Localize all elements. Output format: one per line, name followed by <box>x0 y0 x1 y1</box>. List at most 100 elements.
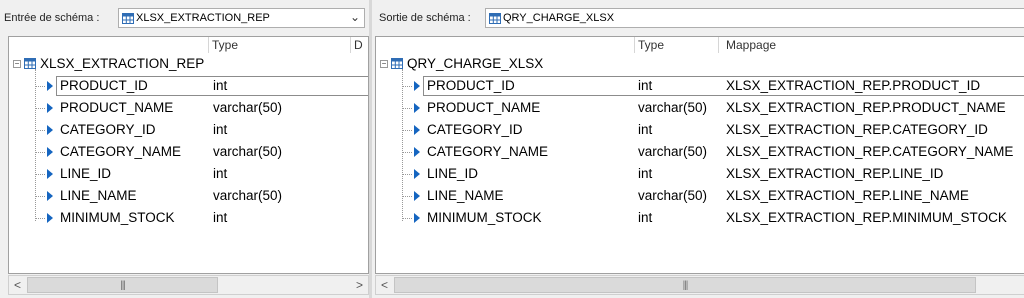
field-row[interactable]: PRODUCT_ID int XLSX_EXTRACTION_REP.PRODUCT… <box>376 75 1024 97</box>
field-mapping: XLSX_EXTRACTION_REP.LINE_NAME <box>726 188 969 203</box>
field-mapping: XLSX_EXTRACTION_REP.PRODUCT_ID <box>726 78 981 93</box>
field-row[interactable]: PRODUCT_NAME varchar(50) XLSX_EXTRACTION_R… <box>376 97 1024 119</box>
field-row[interactable]: MINIMUM_STOCK int XLSX_EXTRACTION_REP.MINI… <box>376 207 1024 229</box>
field-name: MINIMUM_STOCK <box>427 210 542 225</box>
table-icon <box>489 13 501 24</box>
field-name: CATEGORY_ID <box>427 122 523 137</box>
field-row[interactable]: LINE_NAME varchar(50) XLSX_EXTRACTION_REP.… <box>376 185 1024 207</box>
field-arrow-icon <box>47 103 53 113</box>
horizontal-scrollbar[interactable]: < ||| <box>375 275 1024 295</box>
field-row[interactable]: CATEGORY_NAME varchar(50) XLSX_EXTRACTION_… <box>376 141 1024 163</box>
field-arrow-icon <box>47 213 53 223</box>
grip-icon: ||| <box>120 280 126 291</box>
field-arrow-icon <box>47 147 53 157</box>
field-type: varchar(50) <box>638 100 708 115</box>
field-row[interactable]: PRODUCT_NAME varchar(50) <box>9 97 368 119</box>
input-schema-header: Entrée de schéma : XLSX_EXTRACTION_REP ⌄ <box>0 0 369 34</box>
table-icon <box>391 58 403 69</box>
field-type: varchar(50) <box>638 188 708 203</box>
scroll-thumb[interactable]: ||| <box>394 277 976 293</box>
field-type: int <box>638 122 653 137</box>
table-name: QRY_CHARGE_XLSX <box>407 56 544 71</box>
field-row[interactable]: LINE_ID int XLSX_EXTRACTION_REP.LINE_ID <box>376 163 1024 185</box>
column-separator[interactable] <box>718 37 719 53</box>
scroll-right-button[interactable]: > <box>351 276 368 294</box>
column-header-type[interactable]: Type <box>638 37 664 53</box>
scroll-thumb[interactable]: ||| <box>27 277 218 293</box>
field-name: LINE_NAME <box>427 188 504 203</box>
grip-icon: ||| <box>682 280 689 291</box>
field-name: CATEGORY_NAME <box>427 144 549 159</box>
field-type: int <box>638 210 653 225</box>
chevron-down-icon[interactable]: ⌄ <box>350 10 360 24</box>
field-row[interactable]: MINIMUM_STOCK int <box>9 207 368 229</box>
field-type: int <box>638 166 653 181</box>
tree-connector <box>402 196 412 197</box>
field-type: varchar(50) <box>213 100 283 115</box>
column-separator[interactable] <box>208 37 209 53</box>
tree-table-node[interactable]: − XLSX_EXTRACTION_REP <box>9 53 368 75</box>
field-type: varchar(50) <box>213 144 283 159</box>
column-header-type[interactable]: Type <box>212 37 238 53</box>
field-mapping: XLSX_EXTRACTION_REP.CATEGORY_NAME <box>726 144 1014 159</box>
field-arrow-icon <box>414 81 420 91</box>
scroll-left-button[interactable]: < <box>376 276 393 294</box>
field-name: LINE_ID <box>60 166 112 181</box>
field-arrow-icon <box>47 169 53 179</box>
field-arrow-icon <box>414 191 420 201</box>
field-type: int <box>213 78 228 93</box>
tree-connector <box>402 218 412 219</box>
field-name: LINE_ID <box>427 166 479 181</box>
input-schema-select-value: XLSX_EXTRACTION_REP <box>136 12 270 24</box>
output-schema-panel: Sortie de schéma : QRY_CHARGE_XLSX Type … <box>372 0 1024 298</box>
field-mapping: XLSX_EXTRACTION_REP.CATEGORY_ID <box>726 122 988 137</box>
tree-connector <box>402 86 412 87</box>
input-schema-select[interactable]: XLSX_EXTRACTION_REP ⌄ <box>118 8 365 28</box>
field-row[interactable]: CATEGORY_ID int <box>9 119 368 141</box>
input-schema-tree[interactable]: Type D − XLSX_EXTRACTION_REP PRODUCT_ID i… <box>8 36 369 274</box>
output-schema-tree[interactable]: Type Mappage − QRY_CHARGE_XLSX PRODUCT_I… <box>375 36 1024 274</box>
field-arrow-icon <box>414 213 420 223</box>
field-type: int <box>213 122 228 137</box>
field-name: LINE_NAME <box>60 188 137 203</box>
field-arrow-icon <box>414 103 420 113</box>
output-schema-header: Sortie de schéma : QRY_CHARGE_XLSX <box>372 0 1024 34</box>
tree-table-node[interactable]: − QRY_CHARGE_XLSX <box>376 53 1024 75</box>
field-row[interactable]: CATEGORY_NAME varchar(50) <box>9 141 368 163</box>
tree-connector <box>35 86 45 87</box>
tree-connector <box>35 108 45 109</box>
field-mapping: XLSX_EXTRACTION_REP.PRODUCT_NAME <box>726 100 1006 115</box>
field-arrow-icon <box>47 81 53 91</box>
tree-connector <box>35 130 45 131</box>
table-icon <box>122 13 134 24</box>
field-name: PRODUCT_ID <box>427 78 515 93</box>
field-row[interactable]: CATEGORY_ID int XLSX_EXTRACTION_REP.CATEGO… <box>376 119 1024 141</box>
field-row[interactable]: LINE_ID int <box>9 163 368 185</box>
field-arrow-icon <box>414 125 420 135</box>
field-type: int <box>213 166 228 181</box>
table-icon <box>24 58 36 69</box>
table-name: XLSX_EXTRACTION_REP <box>40 56 205 71</box>
column-separator[interactable] <box>634 37 635 53</box>
column-separator[interactable] <box>350 37 351 53</box>
field-row[interactable]: PRODUCT_ID int <box>9 75 368 97</box>
field-arrow-icon <box>414 147 420 157</box>
column-header-mapping[interactable]: Mappage <box>726 37 776 53</box>
field-type: varchar(50) <box>213 188 283 203</box>
tree-connector <box>35 218 45 219</box>
field-type: varchar(50) <box>638 144 708 159</box>
collapse-icon[interactable]: − <box>380 60 388 68</box>
field-row[interactable]: LINE_NAME varchar(50) <box>9 185 368 207</box>
output-schema-label: Sortie de schéma : <box>379 12 471 24</box>
tree-connector <box>402 130 412 131</box>
scroll-left-button[interactable]: < <box>9 276 26 294</box>
tree-connector <box>402 108 412 109</box>
column-header-d[interactable]: D <box>354 37 363 53</box>
field-name: PRODUCT_NAME <box>427 100 541 115</box>
tree-connector <box>35 152 45 153</box>
collapse-icon[interactable]: − <box>13 60 21 68</box>
output-schema-field[interactable]: QRY_CHARGE_XLSX <box>485 8 1024 28</box>
input-schema-label: Entrée de schéma : <box>4 12 100 24</box>
field-name: MINIMUM_STOCK <box>60 210 175 225</box>
horizontal-scrollbar[interactable]: < ||| > <box>8 275 369 295</box>
